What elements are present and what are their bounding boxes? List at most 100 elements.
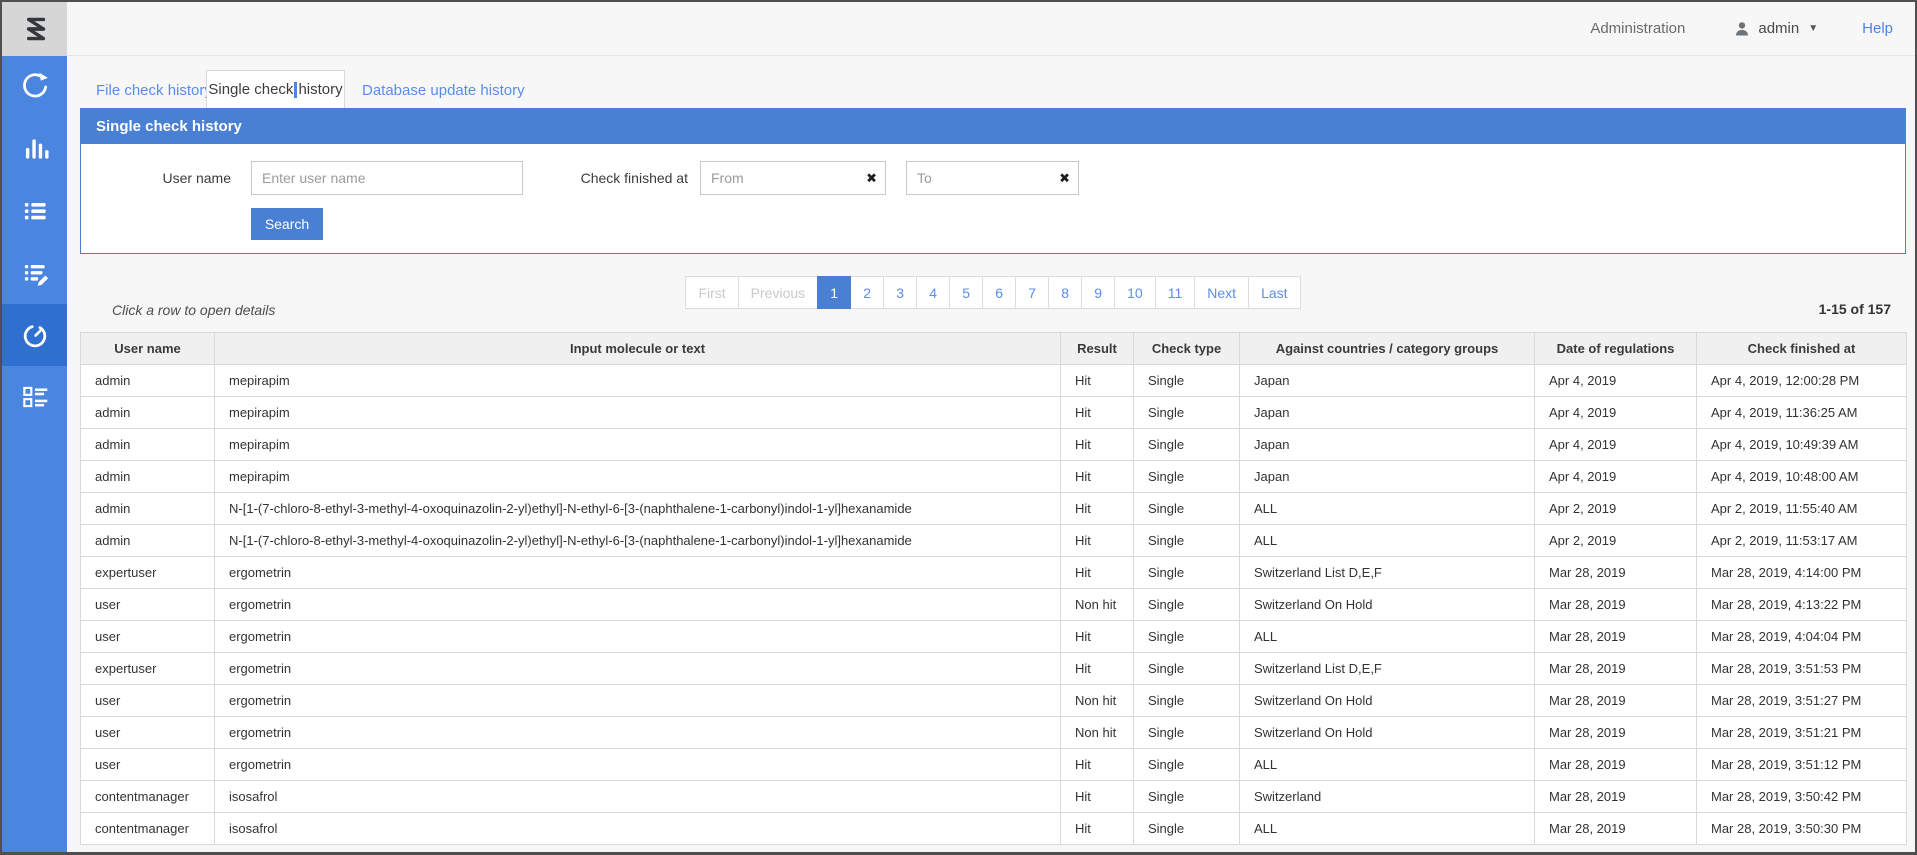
result-range: 1-15 of 157 [1819, 301, 1891, 317]
table-cell: Non hit [1061, 685, 1134, 717]
table-cell: Mar 28, 2019, 4:04:04 PM [1697, 621, 1907, 653]
administration-link[interactable]: Administration [1590, 20, 1685, 37]
column-header: Input molecule or text [215, 333, 1061, 365]
table-cell: Single [1134, 557, 1240, 589]
table-cell: Single [1134, 589, 1240, 621]
column-header: Check type [1134, 333, 1240, 365]
table-cell: user [81, 685, 215, 717]
page-button-4[interactable]: 4 [916, 276, 950, 309]
page-button-11[interactable]: 11 [1155, 276, 1196, 309]
user-name-label: admin [1758, 20, 1799, 37]
table-cell: Hit [1061, 525, 1134, 557]
table-row[interactable]: contentmanagerisosafrolHitSingleSwitzerl… [81, 781, 1907, 813]
page-button-3[interactable]: 3 [883, 276, 917, 309]
page-button-7[interactable]: 7 [1015, 276, 1049, 309]
date-from-input[interactable] [700, 161, 886, 195]
search-button[interactable]: Search [251, 208, 323, 240]
page-button-6[interactable]: 6 [982, 276, 1016, 309]
bar-chart-icon [19, 133, 51, 165]
username-label: User name [121, 170, 231, 186]
table-cell: Japan [1240, 429, 1535, 461]
table-row[interactable]: adminmepirapimHitSingleJapanApr 4, 2019A… [81, 365, 1907, 397]
app-logo[interactable] [2, 2, 67, 56]
table-cell: Hit [1061, 621, 1134, 653]
table-row[interactable]: userergometrinNon hitSingleSwitzerland O… [81, 717, 1907, 749]
date-to-input[interactable] [906, 161, 1079, 195]
sidebar-item-list-edit[interactable] [2, 242, 67, 304]
page-button-next[interactable]: Next [1194, 276, 1249, 309]
table-row[interactable]: expertuserergometrinHitSingleSwitzerland… [81, 557, 1907, 589]
sidebar-item-list[interactable] [2, 180, 67, 242]
table-cell: contentmanager [81, 813, 215, 845]
tab-database-update-history[interactable]: Database update history [362, 82, 525, 99]
clear-to-icon[interactable]: ✖ [1059, 172, 1070, 185]
table-cell: ergometrin [215, 717, 1061, 749]
tab-label-part: history [298, 81, 342, 98]
table-cell: Japan [1240, 397, 1535, 429]
clock-icon [19, 319, 51, 351]
table-cell: Mar 28, 2019 [1535, 589, 1697, 621]
help-link[interactable]: Help [1862, 20, 1893, 37]
table-cell: ALL [1240, 813, 1535, 845]
sidebar-item-refresh[interactable] [2, 56, 67, 118]
chevron-down-icon: ▼ [1808, 23, 1818, 34]
table-cell: Single [1134, 365, 1240, 397]
page-button-10[interactable]: 10 [1114, 276, 1156, 309]
table-cell: Single [1134, 653, 1240, 685]
table-row[interactable]: userergometrinNon hitSingleSwitzerland O… [81, 589, 1907, 621]
page-button-1[interactable]: 1 [817, 276, 851, 309]
table-row[interactable]: adminN-[1-(7-chloro-8-ethyl-3-methyl-4-o… [81, 493, 1907, 525]
table-cell: Switzerland [1240, 781, 1535, 813]
table-cell: Hit [1061, 429, 1134, 461]
page-button-5[interactable]: 5 [949, 276, 983, 309]
person-icon [1733, 20, 1751, 38]
tab-single-check-history[interactable]: Single check history [206, 70, 345, 108]
table-cell: Hit [1061, 557, 1134, 589]
table-cell: Apr 2, 2019, 11:53:17 AM [1697, 525, 1907, 557]
table-row[interactable]: userergometrinNon hitSingleSwitzerland O… [81, 685, 1907, 717]
column-header: Against countries / category groups [1240, 333, 1535, 365]
sidebar-item-statistics[interactable] [2, 118, 67, 180]
table-cell: Mar 28, 2019 [1535, 717, 1697, 749]
table-cell: ergometrin [215, 589, 1061, 621]
tab-label-part: Single check [208, 81, 293, 98]
table-cell: Mar 28, 2019 [1535, 781, 1697, 813]
table-cell: admin [81, 525, 215, 557]
sidebar-item-categories[interactable] [2, 366, 67, 428]
table-row[interactable]: expertuserergometrinHitSingleSwitzerland… [81, 653, 1907, 685]
table-cell: Apr 4, 2019 [1535, 365, 1697, 397]
table-row[interactable]: adminmepirapimHitSingleJapanApr 4, 2019A… [81, 461, 1907, 493]
column-header: Check finished at [1697, 333, 1907, 365]
username-input[interactable] [251, 161, 523, 195]
table-cell: Single [1134, 493, 1240, 525]
table-cell: Apr 4, 2019, 10:49:39 AM [1697, 429, 1907, 461]
table-cell: isosafrol [215, 813, 1061, 845]
table-row[interactable]: userergometrinHitSingleALLMar 28, 2019Ma… [81, 749, 1907, 781]
table-cell: Single [1134, 685, 1240, 717]
table-cell: Hit [1061, 461, 1134, 493]
table-cell: ergometrin [215, 621, 1061, 653]
panel-body: User name Check finished at ✖ ✖ Search [80, 144, 1906, 254]
tab-file-check-history[interactable]: File check history [96, 82, 212, 99]
page-button-8[interactable]: 8 [1048, 276, 1082, 309]
clear-from-icon[interactable]: ✖ [866, 172, 877, 185]
table-cell: user [81, 621, 215, 653]
pagination: FirstPrevious1234567891011NextLast [80, 276, 1906, 309]
table-cell: expertuser [81, 557, 215, 589]
table-cell: ergometrin [215, 557, 1061, 589]
table-header-row: User nameInput molecule or textResultChe… [81, 333, 1907, 365]
table-row[interactable]: contentmanagerisosafrolHitSingleALLMar 2… [81, 813, 1907, 845]
table-cell: Mar 28, 2019 [1535, 685, 1697, 717]
table-row[interactable]: userergometrinHitSingleALLMar 28, 2019Ma… [81, 621, 1907, 653]
page-button-9[interactable]: 9 [1081, 276, 1115, 309]
page-button-last[interactable]: Last [1248, 276, 1300, 309]
table-cell: Switzerland On Hold [1240, 685, 1535, 717]
user-menu[interactable]: admin ▼ [1733, 20, 1818, 38]
sidebar-item-single-check-history[interactable] [2, 304, 67, 366]
table-row[interactable]: adminN-[1-(7-chloro-8-ethyl-3-methyl-4-o… [81, 525, 1907, 557]
page-button-2[interactable]: 2 [850, 276, 884, 309]
refresh-icon [19, 71, 51, 103]
table-row[interactable]: adminmepirapimHitSingleJapanApr 4, 2019A… [81, 397, 1907, 429]
table-cell: Mar 28, 2019 [1535, 557, 1697, 589]
table-row[interactable]: adminmepirapimHitSingleJapanApr 4, 2019A… [81, 429, 1907, 461]
